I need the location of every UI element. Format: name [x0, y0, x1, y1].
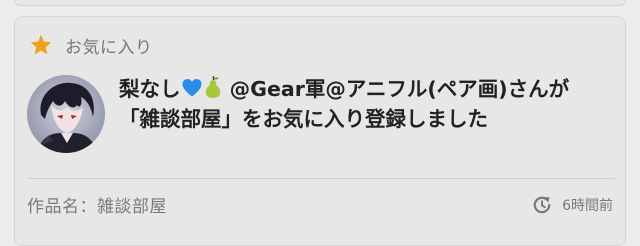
notification-card[interactable]: お気に入り 梨なし @Gear軍@アニフル(ペア画)さんが 「雑談部屋」をお気に… — [14, 16, 626, 246]
divider — [27, 178, 615, 179]
message-line-2: 「雑談部屋」をお気に入り登録しました — [119, 107, 488, 131]
work-title[interactable]: 作品名：雑談部屋 — [27, 192, 167, 217]
avatar[interactable] — [27, 75, 105, 153]
blue-heart-icon — [181, 77, 203, 106]
notification-message: 梨なし @Gear軍@アニフル(ペア画)さんが 「雑談部屋」をお気に入り登録しま… — [119, 75, 619, 133]
star-icon — [29, 33, 53, 57]
card-header: お気に入り — [29, 31, 153, 59]
message-line-1: 梨なし @Gear軍@アニフル(ペア画)さんが — [119, 75, 619, 106]
time-label: 6時間前 — [562, 198, 613, 214]
history-icon — [531, 194, 553, 216]
previous-card-edge — [14, 0, 626, 6]
message-suffix: さんが — [507, 77, 570, 101]
category-label: お気に入り — [65, 37, 153, 58]
timestamp: 6時間前 — [531, 192, 613, 218]
user-name[interactable]: 梨なし — [119, 77, 181, 101]
user-handle[interactable]: @Gear軍@アニフル(ペア画) — [230, 77, 508, 101]
pear-icon — [203, 75, 223, 106]
